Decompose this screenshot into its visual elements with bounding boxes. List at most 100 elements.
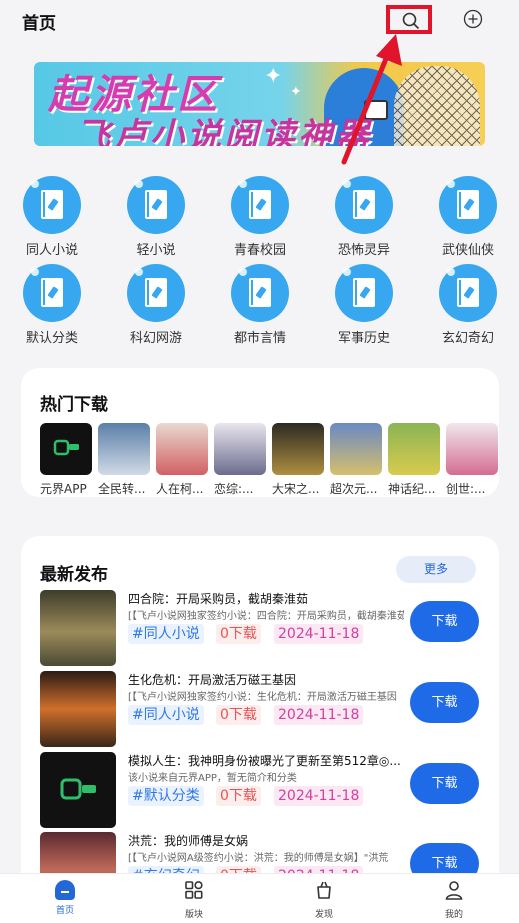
page-title: 首页: [22, 14, 56, 34]
book-title: 洪荒：我的师傅是女娲: [128, 834, 249, 848]
book-cover: [40, 671, 116, 747]
download-button[interactable]: 下载: [410, 763, 479, 804]
book-cover: [388, 423, 440, 475]
publish-date: 2024-11-18: [274, 786, 364, 806]
book-icon: [23, 264, 81, 322]
hot-download-item[interactable]: 恋综:...: [214, 423, 266, 497]
category-label: 科幻网游: [129, 331, 182, 346]
latest-releases-card: 最新发布 更多 四合院：开局采购员，截胡秦淮茹 [【飞卢小说网独家签约小说：四合…: [21, 536, 499, 908]
hot-download-item[interactable]: 神话纪...: [388, 423, 440, 497]
book-description: 该小说来自元界APP，暂无简介和分类: [128, 773, 297, 784]
category-label: 武侠仙侠: [441, 243, 494, 258]
nav-label: 版块: [184, 910, 203, 920]
book-description: [【飞卢小说网独家签约小说：生化危机：开局激活万磁王基因: [128, 692, 397, 703]
list-item[interactable]: 生化危机：开局激活万磁王基因 [【飞卢小说网独家签约小说：生化危机：开局激活万磁…: [40, 671, 486, 749]
download-count: 0下载: [216, 705, 261, 725]
category-item[interactable]: 轻小说: [116, 176, 196, 258]
hot-download-item[interactable]: 创世:...: [446, 423, 498, 497]
hot-download-item[interactable]: 大宋之...: [272, 423, 324, 497]
book-cover: [214, 423, 266, 475]
category-label: 都市言情: [233, 331, 286, 346]
book-title: 生化危机：开局激活万磁王基因: [128, 673, 297, 687]
nav-discover[interactable]: 发现: [294, 880, 354, 920]
category-tag[interactable]: #默认分类: [128, 786, 204, 806]
annotation-arrow-icon: [341, 34, 402, 165]
book-title: 模拟人生：我神明身份被曝光了更新至第512章◎...: [128, 754, 401, 768]
list-item[interactable]: 模拟人生：我神明身份被曝光了更新至第512章◎... 该小说来自元界APP，暂无…: [40, 752, 486, 830]
category-label: 青春校园: [233, 243, 286, 258]
book-title: 四合院：开局采购员，截胡秦淮茹: [128, 592, 309, 606]
hot-download-name: 人在柯...: [156, 482, 204, 496]
list-item[interactable]: 四合院：开局采购员，截胡秦淮茹 [【飞卢小说网独家签约小说：四合院：开局采购员，…: [40, 590, 486, 668]
category-label: 军事历史: [337, 331, 390, 346]
sparkle-icon: ✦: [290, 84, 302, 100]
banner-subtitle: 飞卢小说阅读神器: [76, 116, 372, 146]
nav-label: 发现: [314, 910, 333, 920]
hot-downloads-title: 热门下载: [40, 395, 108, 415]
hot-downloads-card: 热门下载 元界APP 全民转... 人在柯... 恋综:... 大宋之... 超次元...…: [21, 368, 499, 497]
category-tag[interactable]: #同人小说: [128, 624, 204, 644]
publish-date: 2024-11-18: [274, 705, 364, 725]
nav-home[interactable]: 首页: [35, 880, 95, 916]
book-icon: [127, 264, 185, 322]
hot-download-item[interactable]: 人在柯...: [156, 423, 208, 497]
book-cover: [40, 590, 116, 666]
nav-profile[interactable]: 我的: [424, 880, 484, 920]
category-label: 恐怖灵异: [337, 243, 390, 258]
hot-download-name: 大宋之...: [272, 482, 320, 496]
book-cover: [40, 423, 92, 475]
hot-download-name: 神话纪...: [388, 482, 436, 496]
category-item[interactable]: 默认分类: [12, 264, 92, 346]
download-button[interactable]: 下载: [410, 682, 479, 723]
hot-download-name: 元界APP: [40, 482, 87, 496]
category-item[interactable]: 都市言情: [220, 264, 300, 346]
category-item[interactable]: 恐怖灵异: [324, 176, 404, 258]
book-cover: [330, 423, 382, 475]
more-button[interactable]: 更多: [396, 556, 476, 583]
promo-banner[interactable]: ✦ ✦ 起源社区 飞卢小说阅读神器: [34, 62, 485, 146]
user-icon: [445, 881, 463, 900]
category-item[interactable]: 军事历史: [324, 264, 404, 346]
category-item[interactable]: 武侠仙侠: [428, 176, 508, 258]
category-tag[interactable]: #同人小说: [128, 705, 204, 725]
book-icon: [439, 176, 497, 234]
book-icon: [23, 176, 81, 234]
book-icon: [439, 264, 497, 322]
nav-label: 我的: [444, 910, 463, 920]
book-description: [【飞卢小说网A级签约小说：洪荒：我的师傅是女娲】"洪荒: [128, 853, 389, 864]
home-icon: [55, 880, 75, 900]
add-icon[interactable]: [463, 9, 483, 29]
hot-download-item[interactable]: 超次元...: [330, 423, 382, 497]
book-cover: [40, 752, 116, 828]
hot-download-name: 超次元...: [330, 482, 378, 496]
category-item[interactable]: 科幻网游: [116, 264, 196, 346]
book-cover: [156, 423, 208, 475]
nav-sections[interactable]: 版块: [164, 880, 224, 920]
category-label: 轻小说: [136, 243, 176, 258]
category-item[interactable]: 玄幻奇幻: [428, 264, 508, 346]
book-cover: [446, 423, 498, 475]
book-icon: [127, 176, 185, 234]
book-description: [【飞卢小说网独家签约小说：四合院：开局采购员，截胡秦淮茹: [128, 611, 404, 622]
app-logo-icon: [60, 778, 96, 800]
bottom-nav: 首页 版块 发现 我的: [0, 873, 519, 923]
download-button[interactable]: 下载: [410, 601, 479, 642]
category-label: 同人小说: [25, 243, 78, 258]
app-logo-icon: [53, 439, 79, 456]
download-count: 0下载: [216, 786, 261, 806]
sparkle-icon: ✦: [264, 64, 283, 89]
category-item[interactable]: 青春校园: [220, 176, 300, 258]
category-item[interactable]: 同人小说: [12, 176, 92, 258]
hot-download-name: 创世:...: [446, 482, 486, 496]
grid-icon: [185, 881, 203, 899]
nav-label: 首页: [55, 906, 74, 916]
book-icon: [231, 176, 289, 234]
download-count: 0下载: [216, 624, 261, 644]
book-icon: [231, 264, 289, 322]
publish-date: 2024-11-18: [274, 624, 364, 644]
hot-download-item[interactable]: 元界APP: [40, 423, 92, 497]
category-label: 默认分类: [25, 331, 78, 346]
hot-download-item[interactable]: 全民转...: [98, 423, 150, 497]
search-icon: [402, 12, 420, 30]
hot-download-name: 全民转...: [98, 482, 146, 496]
